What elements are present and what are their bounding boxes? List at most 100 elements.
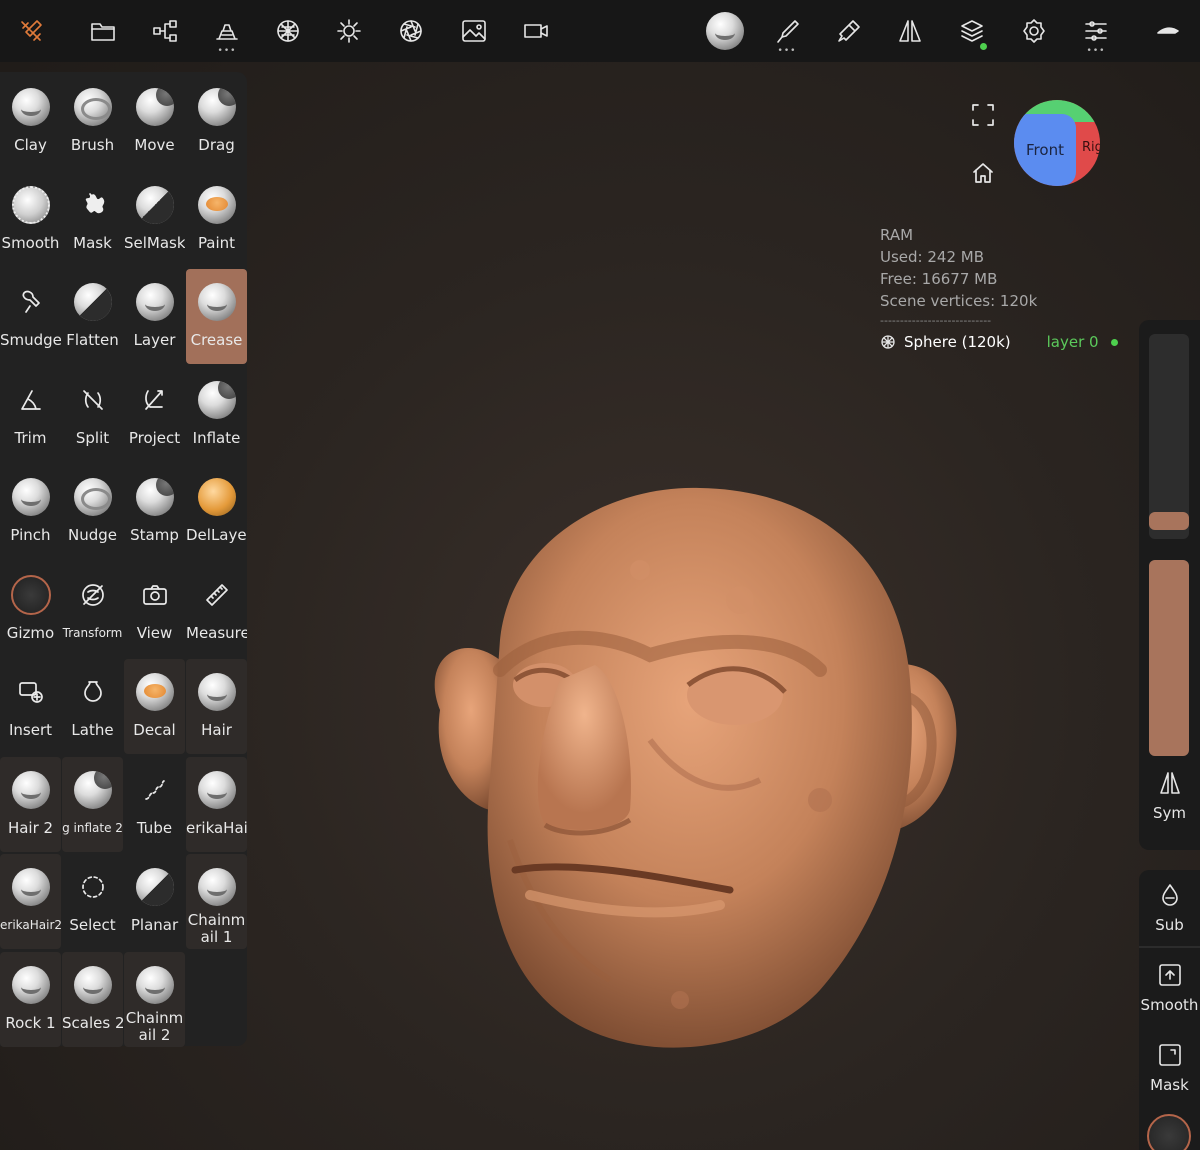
tool-label: Smooth	[1, 233, 60, 252]
tool-nudge[interactable]: Nudge	[62, 464, 123, 559]
tool-drag[interactable]: Drag	[186, 74, 247, 169]
tool-measure[interactable]: Measure	[186, 562, 247, 657]
tool-label: Hair	[201, 721, 232, 739]
tool-label: Transform	[62, 625, 123, 640]
layers-icon[interactable]	[951, 10, 993, 52]
tool-trim[interactable]: Trim	[0, 367, 61, 462]
symmetry-icon	[1159, 772, 1180, 794]
tools-panel: Clay Brush Move Drag Smooth Mask SelMask Paint S…	[0, 72, 247, 1047]
video-camera-icon[interactable]	[515, 10, 557, 52]
gizmo-icon[interactable]	[1147, 1114, 1191, 1150]
tool-view[interactable]: View	[124, 562, 185, 657]
tool-crease[interactable]: Crease	[186, 269, 247, 364]
tool-scales-2[interactable]: Scales 2	[62, 951, 123, 1047]
tool-smudge[interactable]: Smudge	[0, 269, 61, 364]
brush-stroke-icon[interactable]: •••	[766, 10, 808, 56]
extra-icon[interactable]	[1147, 10, 1189, 52]
tool-erikahair2[interactable]: erikaHair2	[0, 854, 61, 949]
scene-object-row[interactable]: Sphere (120k) layer 0	[880, 333, 1118, 351]
intensity-slider[interactable]	[1149, 560, 1189, 756]
view-cube[interactable]: Front Rig	[1014, 100, 1100, 186]
tool-inflate[interactable]: Inflate	[186, 367, 247, 462]
share-nodes-icon[interactable]	[144, 10, 186, 52]
radius-slider-knob[interactable]	[1149, 511, 1189, 530]
tools-icon[interactable]	[10, 10, 52, 52]
scales-2-icon	[72, 964, 114, 1006]
tool-brush[interactable]: Brush	[62, 74, 123, 169]
tool-hair-2[interactable]: Hair 2	[0, 756, 61, 852]
tool-layer[interactable]: Layer	[124, 269, 185, 364]
tool-stamp[interactable]: Stamp	[124, 464, 185, 559]
symmetry-icon[interactable]	[889, 10, 931, 52]
tool-move[interactable]: Move	[124, 74, 185, 169]
chainm-ail-1-icon	[196, 866, 238, 908]
tool-flatten[interactable]: Flatten	[62, 269, 123, 364]
topology-icon[interactable]	[267, 10, 309, 52]
tool-project[interactable]: Project	[124, 367, 185, 462]
tool-clay[interactable]: Clay	[0, 74, 61, 169]
sub-button[interactable]: Sub	[1139, 882, 1200, 934]
tool-label: Select	[69, 916, 116, 934]
shading-icon[interactable]	[390, 10, 432, 52]
tool-label: Stamp	[130, 526, 179, 544]
brush-preview-icon[interactable]	[704, 10, 746, 52]
tool-label: Mask	[73, 233, 112, 252]
smudge-icon	[10, 281, 52, 323]
scene-stack-icon[interactable]: •••	[206, 10, 248, 56]
painting-icon[interactable]	[828, 10, 870, 52]
tool-paint[interactable]: Paint	[186, 172, 247, 267]
light-icon[interactable]	[328, 10, 370, 52]
lathe-icon	[72, 671, 114, 713]
tool-label: Paint	[197, 233, 236, 252]
tool-chainm-ail-1[interactable]: Chainm ail 1	[186, 854, 247, 949]
tool-mask[interactable]: Mask	[62, 172, 123, 267]
home-icon[interactable]	[970, 160, 1000, 190]
mask-button[interactable]: Mask	[1139, 1042, 1200, 1094]
smooth-button[interactable]: Smooth	[1139, 962, 1200, 1014]
tool-label: Crease	[190, 331, 243, 349]
fullscreen-icon[interactable]	[970, 102, 1000, 132]
tool-label: Hair 2	[7, 818, 54, 837]
tool-split[interactable]: Split	[62, 367, 123, 462]
drop-minus-icon	[1161, 884, 1178, 906]
tool-hair[interactable]: Hair	[186, 659, 247, 754]
nudge-icon	[72, 476, 114, 518]
tool-label: Rock 1	[5, 1013, 56, 1032]
settings-icon[interactable]	[1013, 10, 1055, 52]
tool-pinch[interactable]: Pinch	[0, 464, 61, 559]
tool-label: Chainm ail 1	[187, 912, 246, 946]
tool-rock-1[interactable]: Rock 1	[0, 951, 61, 1047]
sym-button[interactable]: Sym	[1139, 770, 1200, 822]
gizmo-icon	[10, 574, 52, 616]
tool-transform[interactable]: Transform	[62, 562, 123, 657]
tool-label: Measure	[186, 623, 247, 642]
tool-erikahair[interactable]: erikaHair	[186, 756, 247, 852]
smooth-label: Smooth	[1140, 996, 1199, 1014]
tool-label: Layer	[133, 331, 176, 349]
tool-g-inflate-2[interactable]: g inflate 2	[62, 756, 123, 852]
tool-label: Trim	[14, 428, 47, 447]
tool-chainm-ail-2[interactable]: Chainm ail 2	[124, 951, 185, 1047]
tool-tube[interactable]: Tube	[124, 757, 185, 852]
tool-dellayer[interactable]: DelLayer	[186, 464, 247, 559]
layer-icon	[134, 281, 176, 323]
tool-label: Move	[134, 136, 175, 154]
tool-select[interactable]: Select	[62, 854, 123, 949]
tool-label: Brush	[70, 136, 115, 154]
sculpted-head[interactable]	[420, 480, 980, 1070]
tool-smooth[interactable]: Smooth	[0, 172, 61, 267]
tool-decal[interactable]: Decal	[124, 659, 185, 754]
tool-label: Clay	[14, 136, 47, 154]
tool-gizmo[interactable]: Gizmo	[0, 562, 61, 657]
tool-insert[interactable]: Insert	[0, 659, 61, 754]
tool-planar[interactable]: Planar	[124, 854, 185, 949]
pinch-icon	[10, 476, 52, 518]
sliders-icon[interactable]: •••	[1075, 10, 1117, 56]
tool-label: Scales 2	[62, 1013, 123, 1032]
background-image-icon[interactable]	[453, 10, 495, 52]
tool-lathe[interactable]: Lathe	[62, 659, 123, 754]
folder-icon[interactable]	[82, 10, 124, 52]
tool-label: g inflate 2	[62, 820, 123, 835]
tool-selmask[interactable]: SelMask	[124, 172, 185, 267]
radius-slider[interactable]	[1149, 334, 1189, 539]
